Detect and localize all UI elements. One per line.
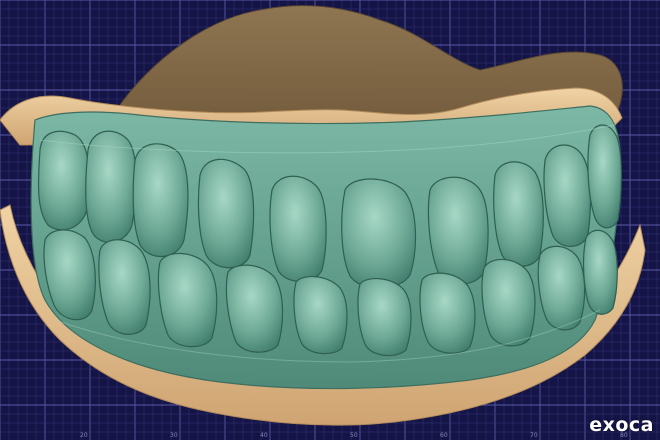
scale-ruler: 20 30 40 50 60 70 80 bbox=[80, 432, 628, 439]
scale-label: 70 bbox=[530, 432, 538, 439]
dental-model[interactable]: 20 30 40 50 60 70 80 bbox=[0, 0, 660, 440]
scale-label: 50 bbox=[350, 432, 358, 439]
scale-label: 40 bbox=[260, 432, 268, 439]
scale-label: 60 bbox=[440, 432, 448, 439]
scale-label: 20 bbox=[80, 432, 88, 439]
3d-viewport[interactable]: 20 30 40 50 60 70 80 exoca bbox=[0, 0, 660, 440]
scale-label: 30 bbox=[170, 432, 178, 439]
brand-logo: exoca bbox=[589, 414, 654, 436]
